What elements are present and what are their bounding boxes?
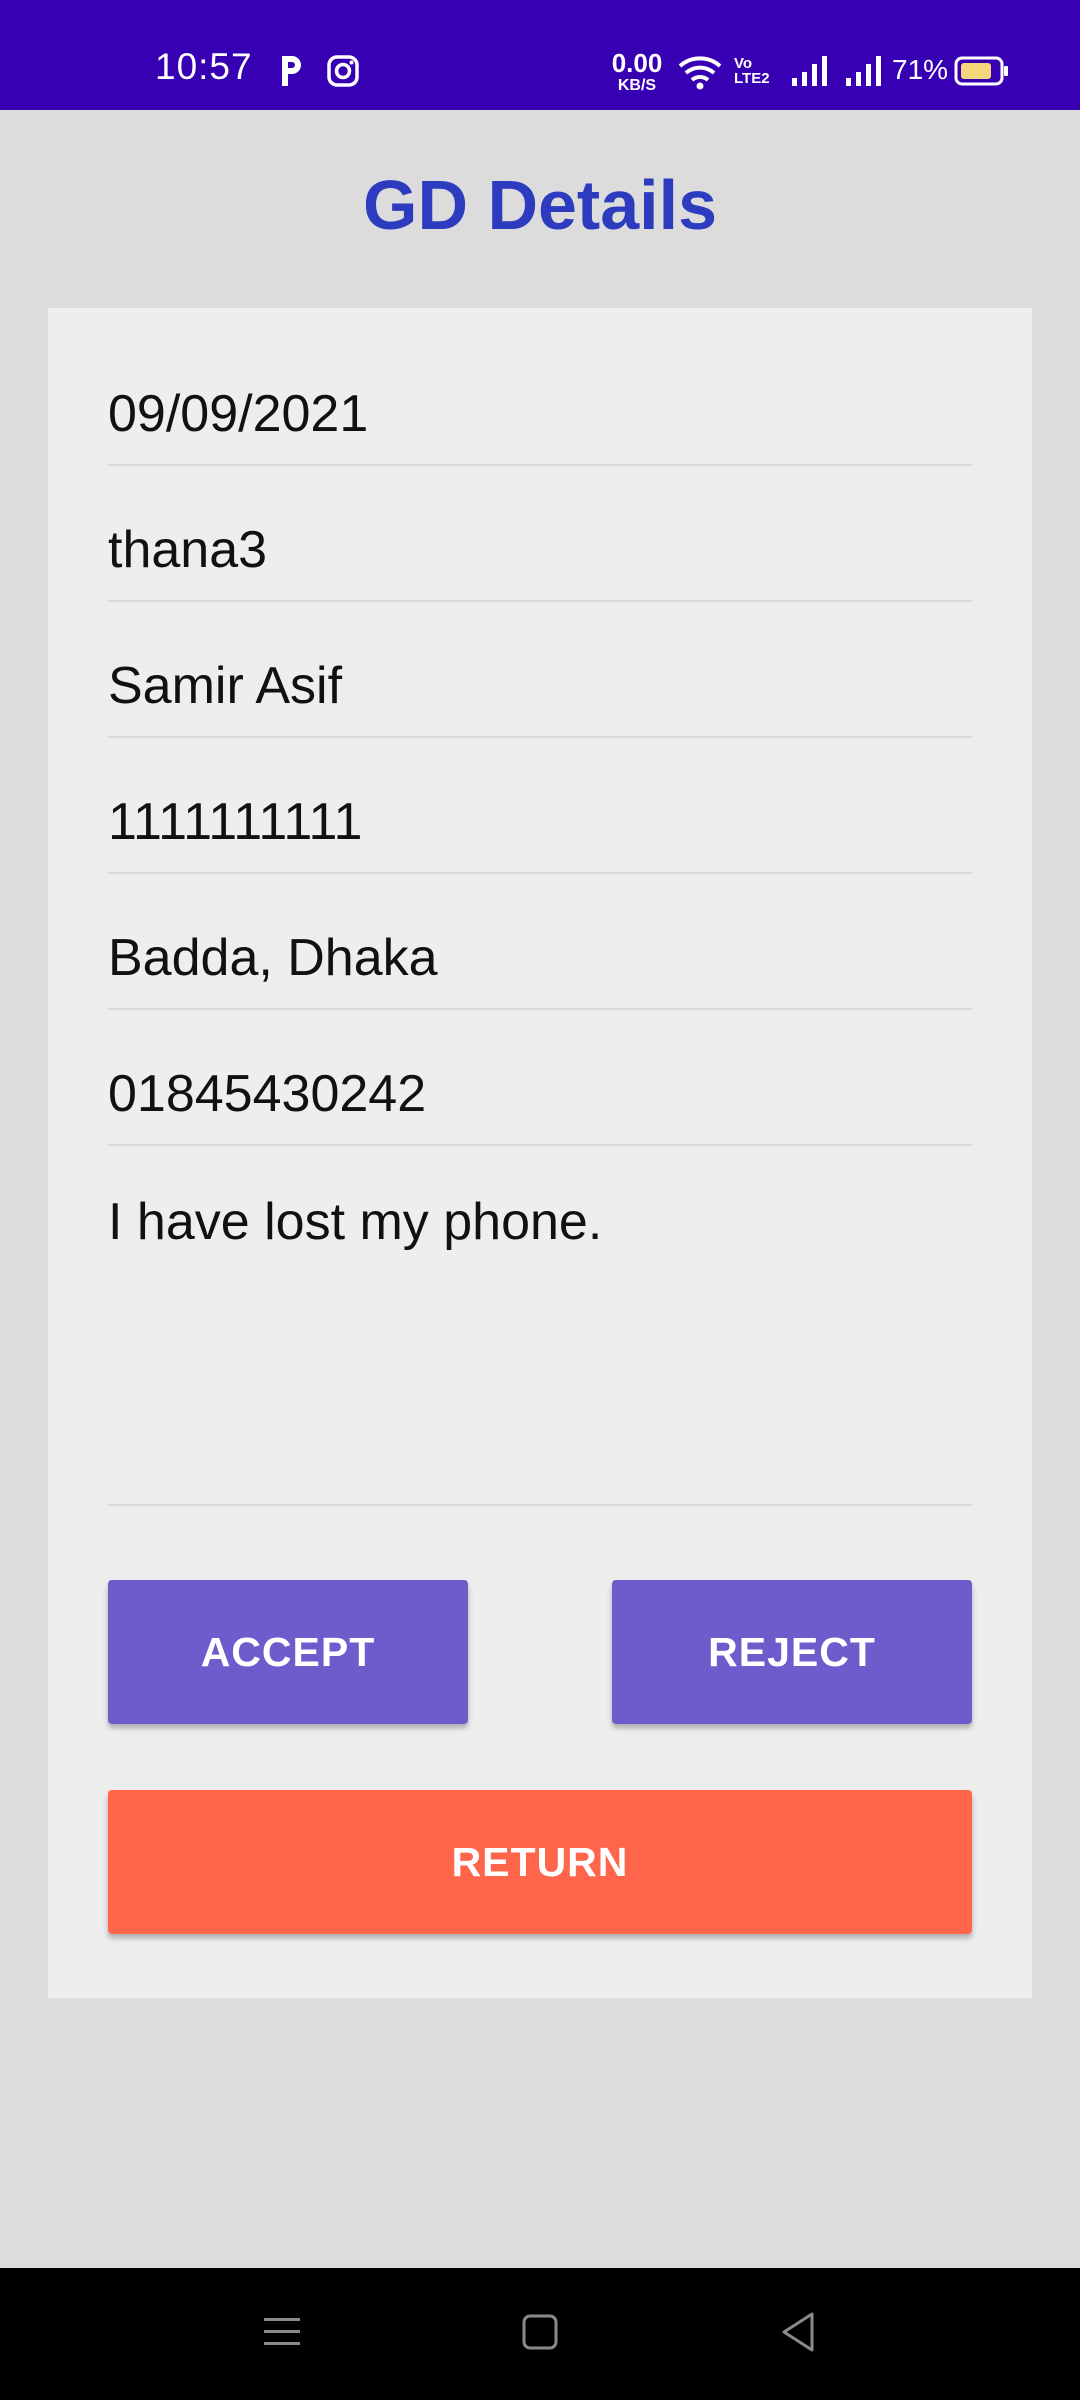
- volte-icon: Vo LTE2: [734, 55, 770, 87]
- description-field[interactable]: I have lost my phone.: [108, 1144, 972, 1506]
- phone-value: 01845430242: [108, 1065, 427, 1123]
- details-card: 09/09/2021 thana3 Samir Asif 1111111111 …: [48, 308, 1032, 1998]
- status-time: 10:57: [155, 46, 253, 87]
- signal-icon: [792, 56, 827, 86]
- date-field[interactable]: 09/09/2021: [108, 308, 972, 466]
- address-value: Badda, Dhaka: [108, 929, 438, 987]
- name-value: Samir Asif: [108, 657, 343, 715]
- date-value: 09/09/2021: [108, 385, 369, 443]
- back-icon[interactable]: [778, 2310, 818, 2354]
- accept-button[interactable]: ACCEPT: [108, 1580, 468, 1724]
- status-bar: 10:57 0.00 KB/S Vo LTE2 71%: [0, 0, 1080, 110]
- menu-icon[interactable]: [262, 2312, 302, 2352]
- nid-value: 1111111111: [108, 793, 363, 851]
- thana-value: thana3: [108, 521, 268, 579]
- address-field[interactable]: Badda, Dhaka: [108, 872, 972, 1010]
- home-icon[interactable]: [520, 2312, 560, 2352]
- wifi-icon: [678, 56, 722, 90]
- phone-field[interactable]: 01845430242: [108, 1008, 972, 1146]
- description-value: I have lost my phone.: [108, 1193, 603, 1251]
- battery-icon: [954, 56, 1008, 86]
- signal-icon: [846, 56, 881, 86]
- name-field[interactable]: Samir Asif: [108, 600, 972, 738]
- instagram-icon: [327, 55, 359, 87]
- page-title: GD Details: [363, 166, 717, 244]
- parking-icon: [282, 56, 301, 86]
- navigation-bar: [0, 2268, 1080, 2400]
- battery-percent: 71%: [892, 54, 949, 85]
- reject-button[interactable]: REJECT: [612, 1580, 972, 1724]
- thana-field[interactable]: thana3: [108, 464, 972, 602]
- return-button[interactable]: RETURN: [108, 1790, 972, 1934]
- network-speed: 0.00 KB/S: [611, 48, 663, 94]
- nid-field[interactable]: 1111111111: [108, 736, 972, 874]
